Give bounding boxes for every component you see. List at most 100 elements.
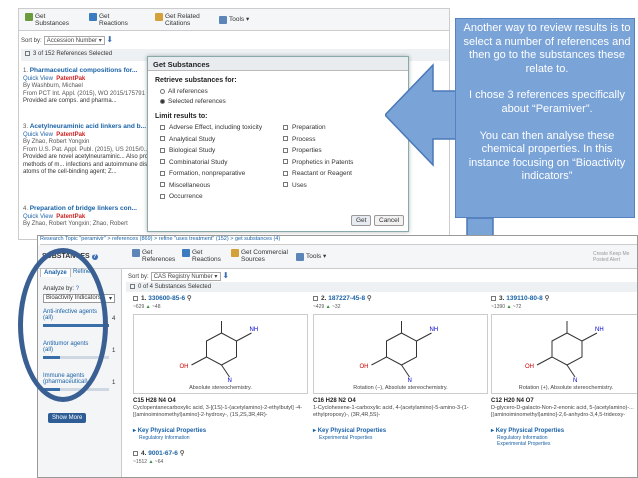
get-related-citations-button[interactable]: Get Related Citations — [155, 13, 200, 27]
magnify-icon[interactable]: ⚲ — [367, 295, 372, 302]
magnify-icon[interactable]: ⚲ — [180, 450, 185, 457]
key-properties-link[interactable]: ▸ Key Physical Properties — [491, 427, 564, 434]
reaction-count-link[interactable]: ~32 — [332, 304, 340, 310]
substance-links: ~1390 ▲ ~72 — [491, 304, 521, 310]
substance-checkbox[interactable] — [133, 295, 138, 301]
substance-checkbox[interactable] — [491, 295, 496, 301]
limit-checkbox[interactable]: Properties — [283, 147, 322, 154]
cart-icon — [231, 249, 239, 257]
reaction-count-link[interactable]: ~64 — [155, 459, 163, 465]
reference-title[interactable]: Preparation of bridge linkers con... — [30, 205, 137, 212]
reference-count-link[interactable]: ~1390 — [491, 304, 505, 310]
key-properties-link[interactable]: ▸ Key Physical Properties — [133, 427, 206, 434]
reference-title[interactable]: Acetylneuraminic acid linkers and b... — [30, 123, 146, 130]
limit-checkbox[interactable]: Prophetics in Patents — [283, 159, 353, 166]
callout-paragraph: You can then analyse these chemical prop… — [468, 129, 626, 183]
quick-view-link[interactable]: Quick View — [23, 76, 53, 82]
limit-checkbox[interactable]: Adverse Effect, including toxicity — [160, 124, 262, 131]
filter-count: 1 — [112, 380, 116, 386]
structure-diagram: OH NH N — [360, 321, 439, 384]
molecular-formula: C12 H20 N4 O7 — [491, 398, 534, 404]
substance-name: 1-Cyclohexene-1-carboxylic acid, 4-(acet… — [313, 405, 469, 418]
limit-checkbox[interactable]: Combinatorial Study — [160, 159, 228, 166]
patentpak-link[interactable]: PatentPak — [56, 132, 85, 138]
radio-all-references[interactable]: All references — [160, 88, 208, 95]
limit-option-label: Reactant or Reagent — [292, 170, 352, 177]
help-icon[interactable]: ? — [91, 254, 98, 260]
tools-menu[interactable]: Tools ▾ — [296, 253, 326, 261]
key-properties-link[interactable]: ▸ Key Physical Properties — [313, 427, 386, 434]
property-sublink[interactable]: Experimental Properties — [319, 435, 372, 441]
select-all-checkbox[interactable] — [25, 51, 30, 56]
svg-text:N: N — [408, 378, 412, 383]
quick-view-link[interactable]: Quick View — [23, 214, 53, 220]
reference-count-link[interactable]: ~629 — [133, 304, 144, 310]
structure-box[interactable]: OH NH N Absolute stereochemistry. — [133, 314, 308, 394]
structure-box[interactable]: OH NH N Rotation (+), Absolute stereochemis… — [491, 314, 637, 394]
limit-checkbox[interactable]: Biological Study — [160, 147, 215, 154]
limit-option-label: Biological Study — [169, 147, 216, 154]
property-sublink[interactable]: Regulatory Information — [139, 435, 190, 441]
breadcrumb[interactable]: Research Topic "peramivir" > references … — [40, 236, 637, 245]
sort-direction-icon[interactable]: ⬇ — [222, 271, 229, 280]
cancel-button[interactable]: Cancel — [374, 215, 405, 226]
get-reactions-button[interactable]: Get Reactions — [89, 13, 128, 27]
limit-option-label: Formation, nonpreparative — [169, 170, 246, 177]
get-references-button[interactable]: Get References — [132, 249, 175, 263]
flask-icon — [25, 13, 33, 21]
substance-count: 0 of 4 Substances Selected — [138, 284, 212, 291]
get-button[interactable]: Get — [351, 215, 372, 226]
limit-checkbox[interactable]: Reactant or Reagent — [283, 170, 352, 177]
sort-select[interactable]: CAS Registry Number ▾ — [150, 272, 221, 281]
patentpak-link[interactable]: PatentPak — [56, 76, 85, 82]
substance-checkbox[interactable] — [313, 295, 318, 301]
cas-number-link[interactable]: 9001-67-6 — [148, 450, 178, 457]
quick-view-link[interactable]: Quick View — [23, 132, 53, 138]
tools-menu[interactable]: Tools ▾ — [219, 16, 249, 24]
reaction-icon — [182, 249, 190, 257]
substance-links: ~429 ▲ ~32 — [313, 304, 340, 310]
limit-checkbox[interactable]: Analytical Study — [160, 136, 215, 143]
reaction-count-link[interactable]: ~48 — [152, 304, 160, 310]
reference-count-link[interactable]: ~1512 — [133, 459, 147, 465]
flask-icon: ▲ — [148, 459, 154, 465]
reference-number: 3. — [23, 124, 29, 130]
magnify-icon[interactable]: ⚲ — [187, 295, 192, 302]
cas-number-link[interactable]: 330600-85-6 — [148, 295, 185, 302]
svg-text:NH: NH — [430, 327, 439, 333]
reaction-count-link[interactable]: ~72 — [513, 304, 521, 310]
tools-icon — [219, 16, 227, 24]
get-substances-button[interactable]: Get Substances — [25, 13, 69, 27]
cas-number-link[interactable]: 187227-45-8 — [328, 295, 365, 302]
limit-option-label: Process — [292, 135, 316, 143]
reference-number: 1. — [23, 68, 29, 74]
get-reactions-button[interactable]: Get Reactions — [182, 249, 221, 263]
limit-checkbox[interactable]: Process — [283, 136, 315, 143]
substance-checkbox[interactable] — [133, 450, 138, 456]
limit-checkbox[interactable]: Preparation — [283, 124, 326, 131]
limit-checkbox[interactable]: Formation, nonpreparative — [160, 170, 245, 177]
patentpak-link[interactable]: PatentPak — [56, 214, 85, 220]
create-alert-button[interactable]: Create Keep Me Posted Alert — [593, 251, 637, 263]
show-more-button[interactable]: Show More — [48, 413, 87, 423]
limit-option-label: Prophetics in Patents — [292, 158, 354, 166]
limit-checkbox[interactable]: Uses — [283, 182, 307, 189]
select-all-checkbox[interactable] — [130, 284, 135, 289]
cas-number-link[interactable]: 139110-80-8 — [506, 295, 543, 302]
top-toolbar: Get Substances Get Reactions Get Related… — [19, 9, 449, 31]
property-sublink[interactable]: Regulatory Information Experimental Prop… — [497, 435, 550, 447]
get-commercial-sources-button[interactable]: Get Commercial Sources — [231, 249, 288, 263]
limit-checkbox[interactable]: Occurrence — [160, 193, 203, 200]
sort-direction-icon[interactable]: ⬇ — [106, 35, 113, 44]
structure-box[interactable]: OH NH N Rotation (−), Absolute stereochemis… — [313, 314, 488, 394]
radio-selected-references[interactable]: Selected references — [160, 98, 226, 105]
reference-title[interactable]: Pharmaceutical compositions for... — [30, 67, 138, 74]
doc-icon — [132, 249, 140, 257]
sort-value: CAS Registry Number — [153, 274, 213, 280]
limit-checkbox[interactable]: Miscellaneous — [160, 182, 210, 189]
sort-select[interactable]: Accession Number ▾ — [43, 36, 105, 45]
magnify-icon[interactable]: ⚲ — [545, 295, 550, 302]
limit-option-label: Properties — [292, 147, 322, 154]
reference-count-link[interactable]: ~429 — [313, 304, 324, 310]
toolbar-label: Tools — [229, 16, 245, 23]
